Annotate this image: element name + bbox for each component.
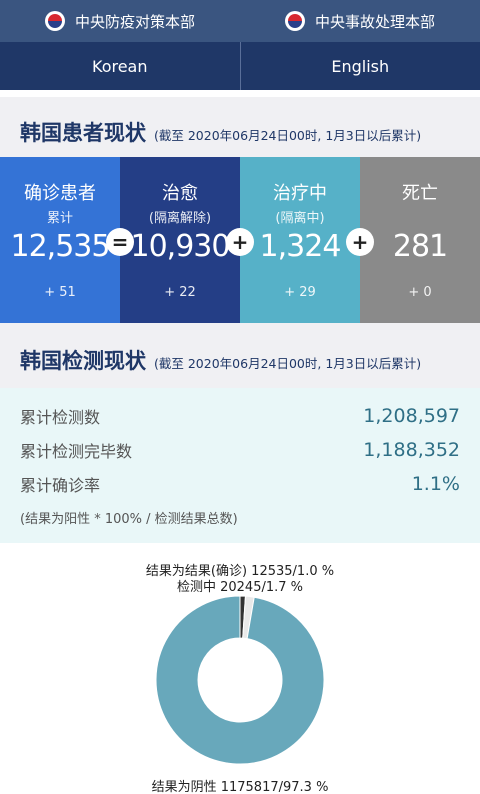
test-row-value: 1.1% (411, 473, 460, 495)
patients-header: 韩国患者现状 (截至 2020年06月24日00时, 1月3日以后累计) (0, 97, 480, 157)
equals-icon: = (106, 228, 134, 256)
slice-negative (155, 595, 325, 765)
agency-left[interactable]: 中央防疫对策本部 (0, 0, 240, 42)
card-label: 确诊患者 (24, 183, 96, 204)
patient-cards: 确诊患者 累计 12,535 + 51 治愈 (隔离解除) 10,930 + 2… (0, 157, 480, 323)
test-row-value: 1,188,352 (363, 439, 460, 461)
plus-icon: + (346, 228, 374, 256)
card-delta: + 29 (284, 285, 316, 300)
card-treatment[interactable]: 治疗中 (隔离中) 1,324 + 29 (240, 157, 360, 323)
test-row-label: 累计检测完毕数 (20, 442, 133, 461)
language-bar: Korean English (0, 42, 480, 90)
positivity-note: (结果为阳性 * 100% / 检测结果总数) (20, 512, 238, 527)
card-label: 治愈 (162, 183, 198, 204)
slice-label-negative: 结果为阴性 1175817/97.3 % (151, 780, 329, 794)
card-delta: + 0 (408, 285, 432, 300)
card-sublabel: (隔离解除) (148, 211, 212, 226)
agency-right-label: 中央事故处理本部 (314, 12, 435, 31)
card-delta: + 22 (164, 285, 196, 300)
lang-korean[interactable]: Korean (0, 42, 240, 90)
patients-title: 韩国患者现状 (20, 121, 146, 145)
lang-english[interactable]: English (241, 42, 480, 90)
taegeuk-emblem-icon (44, 11, 65, 31)
card-sublabel: (隔离中) (275, 211, 325, 226)
card-recovered[interactable]: 治愈 (隔离解除) 10,930 + 22 (120, 157, 240, 323)
patients-subtitle: (截至 2020年06月24日00时, 1月3日以后累计) (154, 128, 422, 143)
agency-bar: 中央防疫对策本部 中央事故处理本部 (0, 0, 480, 42)
tests-header: 韩国检测现状 (截至 2020年06月24日00时, 1月3日以后累计) (0, 323, 480, 388)
test-row: 累计检测完毕数 1,188,352 (20, 438, 460, 462)
test-row-value: 1,208,597 (363, 405, 460, 427)
test-row-label: 累计确诊率 (20, 476, 101, 495)
taegeuk-emblem-icon (284, 11, 305, 31)
test-row: 累计确诊率 1.1% (20, 472, 460, 496)
test-row: 累计检测数 1,208,597 (20, 404, 460, 428)
test-result-chart: 结果为结果(确诊) 12535/1.0 % 检测中 20245/1.7 % 结果… (0, 556, 480, 794)
card-label: 死亡 (402, 183, 438, 204)
card-deaths[interactable]: 死亡 281 + 0 (360, 157, 480, 323)
plus-icon: + (226, 228, 254, 256)
test-row-label: 累计检测数 (20, 408, 101, 427)
tests-title: 韩国检测现状 (20, 349, 146, 373)
card-label: 治疗中 (273, 183, 327, 204)
agency-left-label: 中央防疫对策本部 (74, 12, 195, 31)
tests-panel: 累计检测数 1,208,597 累计检测完毕数 1,188,352 累计确诊率 … (0, 388, 480, 543)
card-confirmed[interactable]: 确诊患者 累计 12,535 + 51 (0, 157, 120, 323)
card-sublabel: 累计 (46, 211, 73, 226)
card-delta: + 51 (44, 285, 76, 300)
tests-subtitle: (截至 2020年06月24日00时, 1月3日以后累计) (154, 356, 422, 371)
donut-chart (155, 595, 325, 765)
agency-right[interactable]: 中央事故处理本部 (240, 0, 480, 42)
